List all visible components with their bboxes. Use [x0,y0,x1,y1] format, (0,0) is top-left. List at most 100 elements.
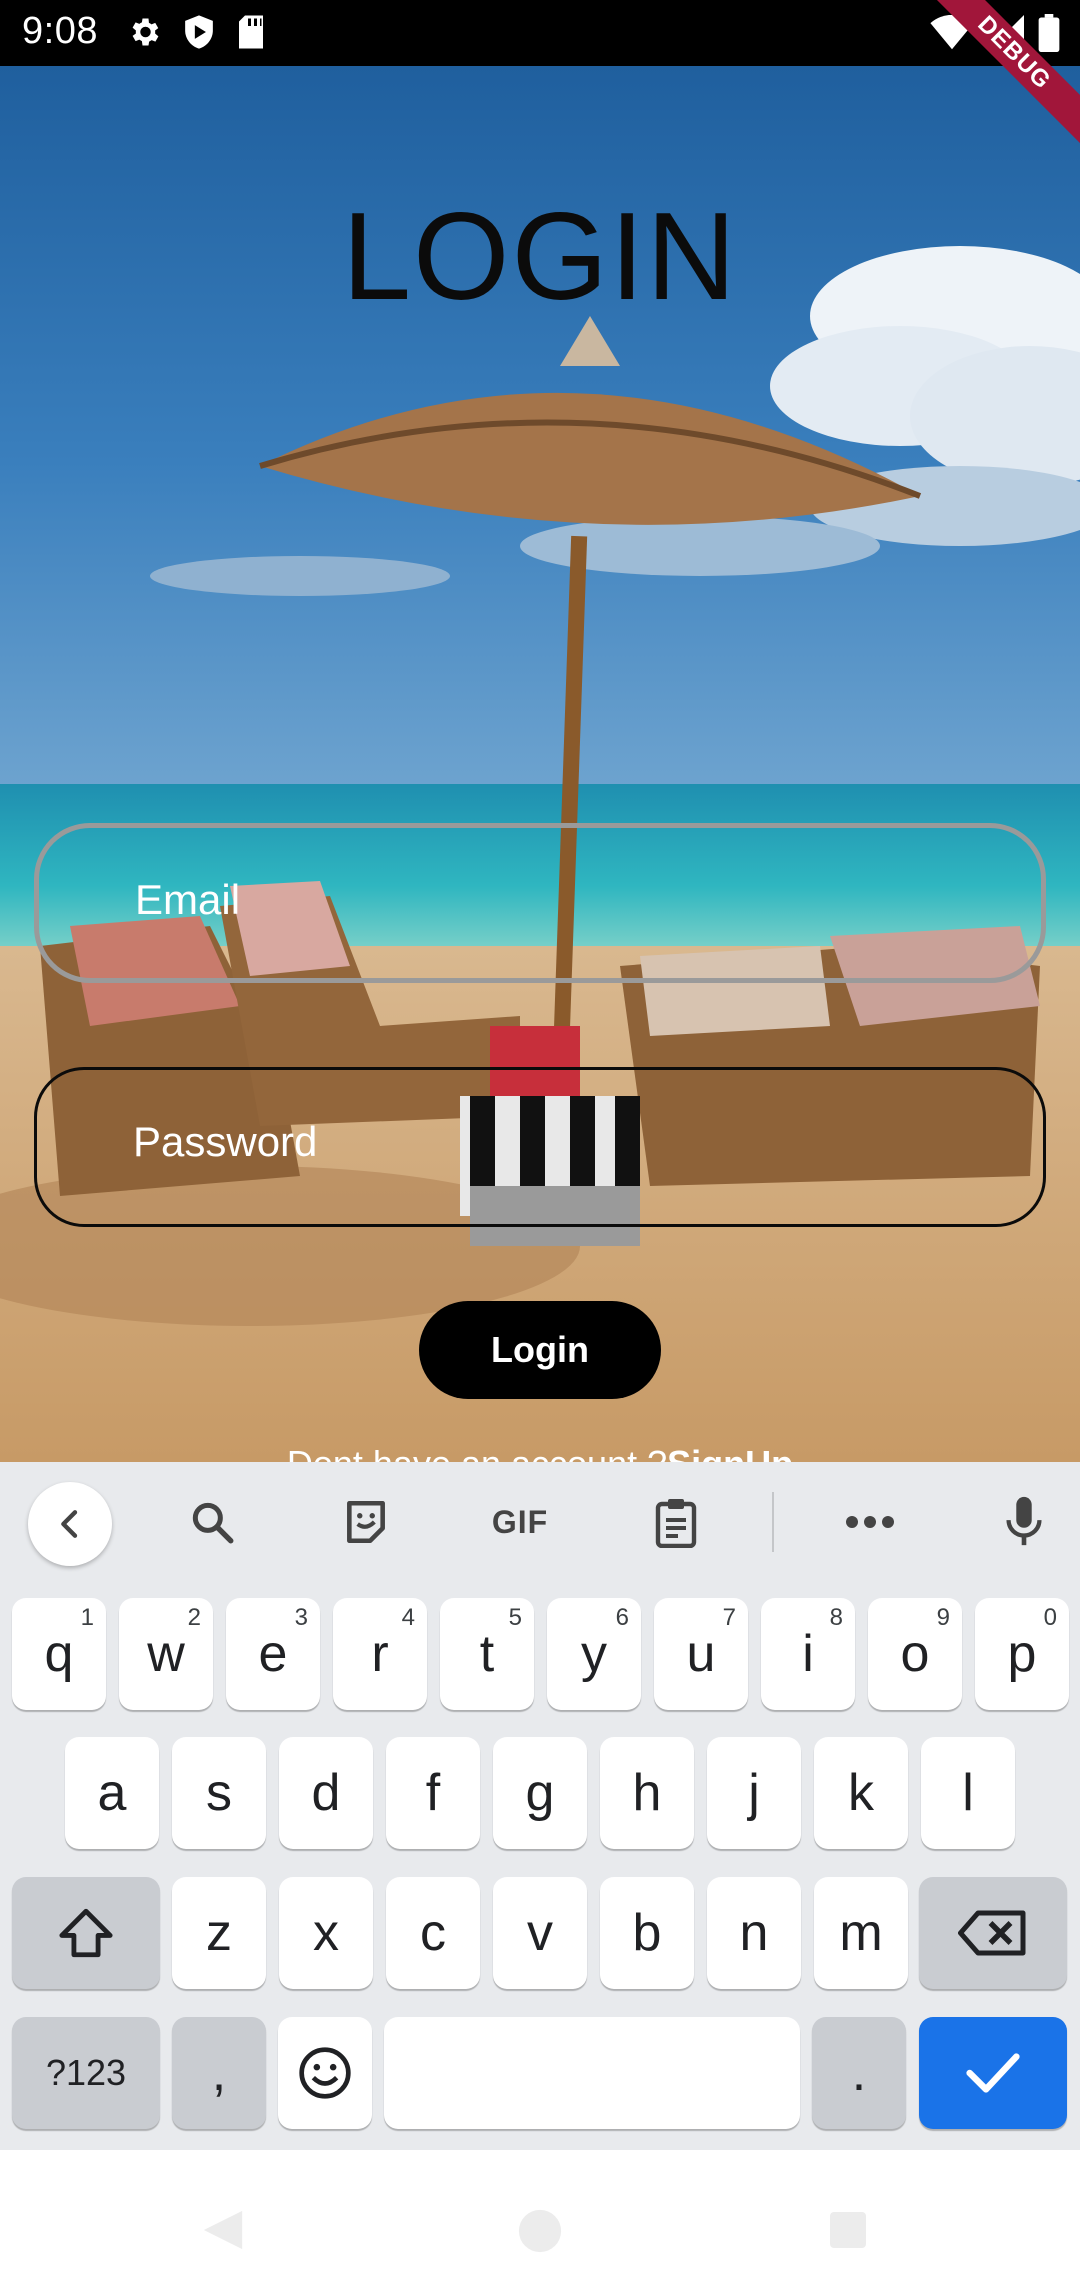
sticker-icon[interactable] [336,1492,396,1552]
key-k[interactable]: k [814,1737,908,1849]
key-b[interactable]: b [600,1877,694,1989]
key-label: l [962,1764,974,1822]
recents-nav-icon[interactable] [828,2210,868,2255]
status-bar: 9:08 [0,0,1080,66]
signup-link[interactable]: SignUp [667,1443,793,1462]
soft-keyboard: GIF ?123 , . q1w2e3r4t5y6u7i8o9p0asdfghj… [0,1462,1080,2150]
key-z[interactable]: z [172,1877,266,1989]
key-hint: 1 [80,1604,94,1631]
key-w[interactable]: w2 [119,1598,213,1710]
key-label: h [632,1764,662,1822]
key-x[interactable]: x [279,1877,373,1989]
space-key[interactable] [384,2017,800,2129]
key-label: j [748,1764,760,1822]
key-label: v [527,1904,553,1962]
key-a[interactable]: a [65,1737,159,1849]
key-label: n [739,1904,769,1962]
key-label: w [147,1625,185,1683]
clipboard-icon[interactable] [646,1492,706,1552]
search-icon[interactable] [182,1492,242,1552]
backspace-key[interactable] [919,1877,1067,1989]
key-hint: 3 [294,1604,308,1631]
key-label: z [206,1904,232,1962]
key-o[interactable]: o9 [868,1598,962,1710]
key-u[interactable]: u7 [654,1598,748,1710]
key-l[interactable]: l [921,1737,1015,1849]
key-label: p [1007,1625,1037,1683]
key-label: c [420,1904,446,1962]
key-label: y [581,1625,607,1683]
key-hint: 5 [508,1604,522,1631]
key-hint: 7 [722,1604,736,1631]
key-label: d [311,1764,341,1822]
key-i[interactable]: i8 [761,1598,855,1710]
password-label: Password [133,1118,318,1165]
key-v[interactable]: v [493,1877,587,1989]
home-nav-icon[interactable] [517,2208,563,2259]
more-icon[interactable] [840,1492,900,1552]
key-label: e [258,1625,288,1683]
key-label: m [839,1904,883,1962]
key-r[interactable]: r4 [333,1598,427,1710]
back-nav-icon[interactable] [200,2210,246,2255]
shift-key[interactable] [12,1877,160,1989]
battery-icon [1038,14,1060,57]
key-f[interactable]: f [386,1737,480,1849]
email-label: Email [135,876,241,923]
key-label: t [479,1625,495,1683]
key-label: i [802,1625,814,1683]
key-g[interactable]: g [493,1737,587,1849]
key-label: s [206,1764,232,1822]
key-s[interactable]: s [172,1737,266,1849]
gif-button[interactable]: GIF [480,1492,560,1552]
key-label: r [371,1625,389,1683]
key-m[interactable]: m [814,1877,908,1989]
period-key[interactable]: . [812,2017,906,2129]
password-field[interactable]: Password [34,1067,1046,1227]
emoji-key[interactable] [278,2017,372,2129]
gear-icon [126,14,162,55]
comma-key[interactable]: , [172,2017,266,2129]
key-hint: 9 [936,1604,950,1631]
status-time: 9:08 [22,10,98,52]
key-j[interactable]: j [707,1737,801,1849]
key-n[interactable]: n [707,1877,801,1989]
toolbar-divider [772,1492,774,1552]
keyboard-toolbar: GIF [0,1462,1080,1580]
key-label: x [313,1904,339,1962]
enter-key[interactable] [919,2017,1067,2129]
symbols-key[interactable]: ?123 [12,2017,160,2129]
key-label: g [525,1764,555,1822]
key-label: b [632,1904,662,1962]
back-icon[interactable] [28,1482,112,1566]
key-label: u [686,1625,716,1683]
email-field[interactable]: Email [34,823,1046,983]
key-hint: 4 [401,1604,415,1631]
key-h[interactable]: h [600,1737,694,1849]
key-d[interactable]: d [279,1737,373,1849]
key-y[interactable]: y6 [547,1598,641,1710]
key-q[interactable]: q1 [12,1598,106,1710]
signup-prompt: Dont have an account ?SignUp [0,1443,1080,1462]
key-label: a [97,1764,127,1822]
play-protect-icon [182,14,216,55]
key-hint: 0 [1043,1604,1057,1631]
key-label: o [900,1625,930,1683]
login-button[interactable]: Login [419,1301,661,1399]
key-label: q [44,1625,74,1683]
key-hint: 6 [615,1604,629,1631]
key-hint: 8 [829,1604,843,1631]
key-hint: 2 [187,1604,201,1631]
navigation-bar [0,2150,1080,2280]
key-c[interactable]: c [386,1877,480,1989]
key-p[interactable]: p0 [975,1598,1069,1710]
sd-card-icon [236,14,266,55]
key-label: k [848,1764,874,1822]
key-label: f [425,1764,441,1822]
mic-icon[interactable] [994,1492,1054,1552]
key-t[interactable]: t5 [440,1598,534,1710]
signup-prompt-text: Dont have an account ? [287,1443,667,1462]
page-title: LOGIN [342,188,738,326]
key-e[interactable]: e3 [226,1598,320,1710]
login-screen: LOGIN Email Password Login Dont have an … [0,66,1080,1462]
